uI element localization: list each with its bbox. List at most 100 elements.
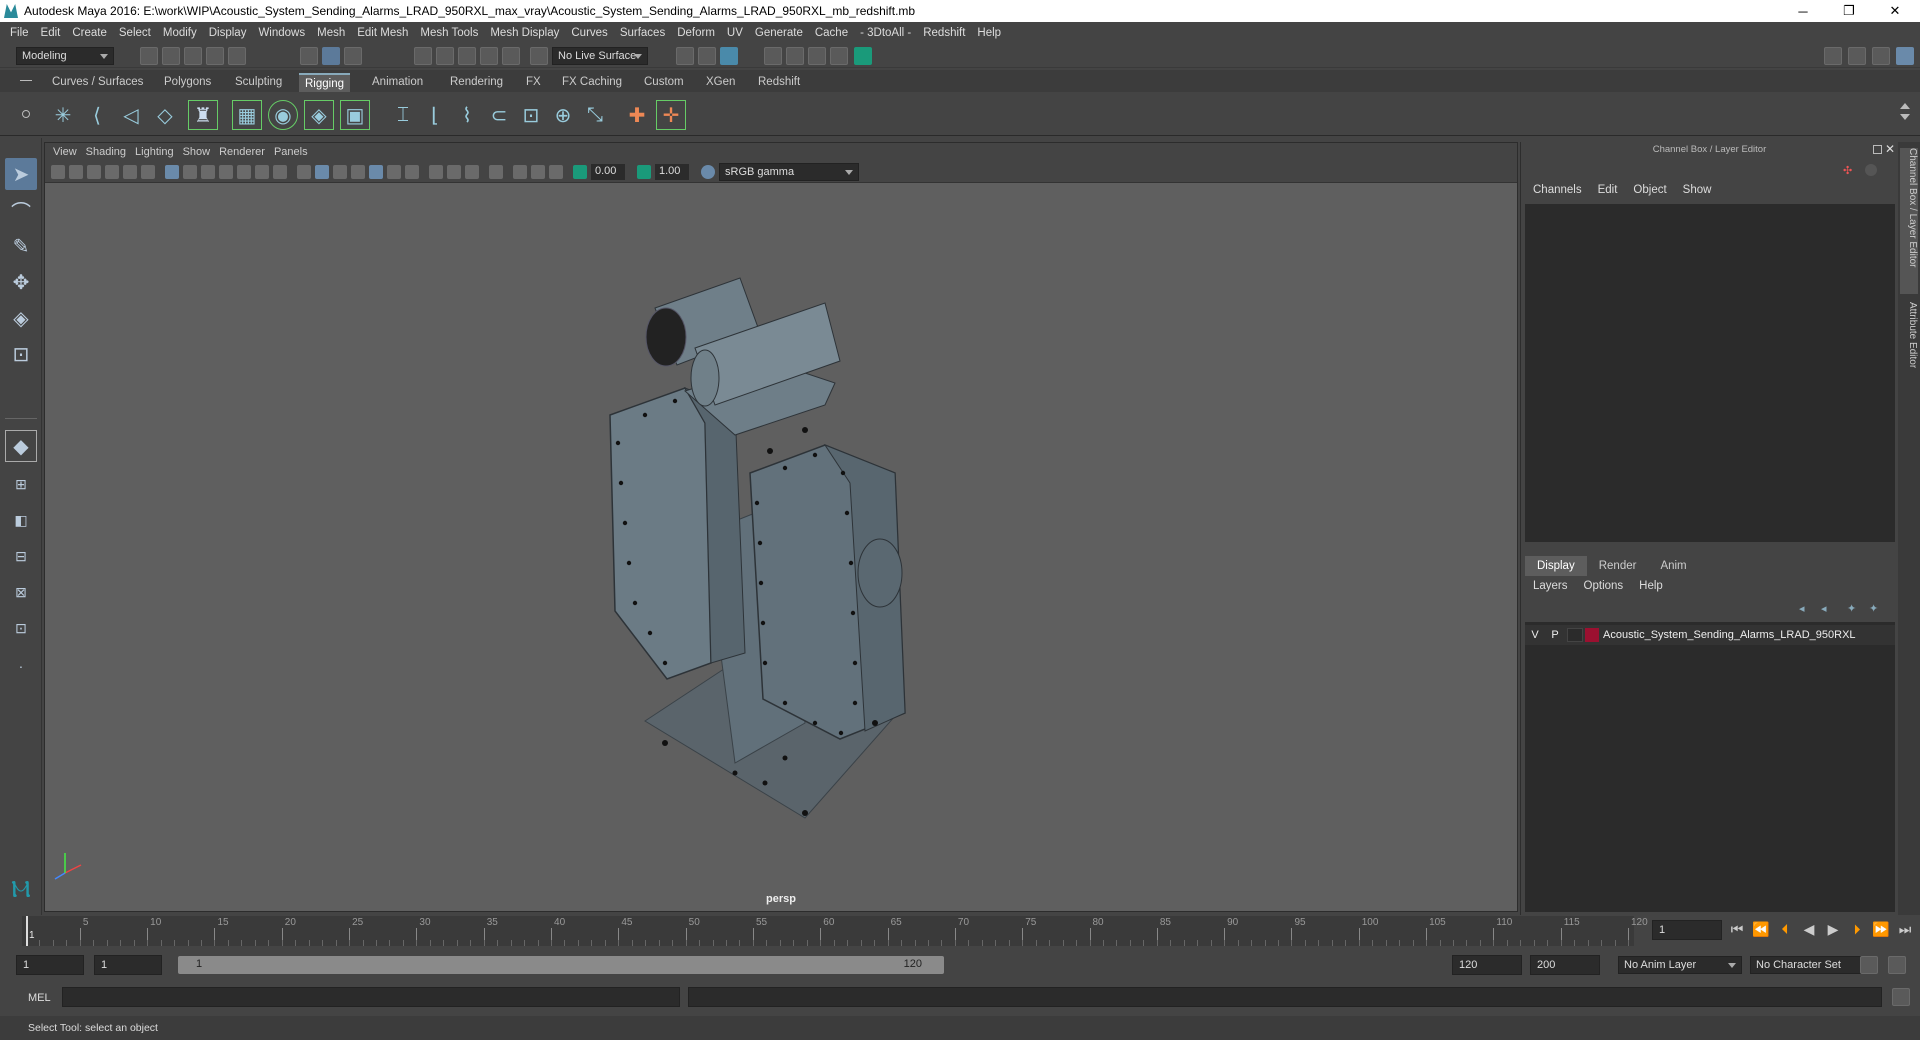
auto-key-icon[interactable]: [1860, 956, 1878, 974]
side-tab-attribute-editor[interactable]: Attribute Editor: [1900, 302, 1918, 422]
go-to-end-icon[interactable]: ⏭: [1896, 920, 1914, 938]
restore-button[interactable]: ❐: [1826, 0, 1872, 22]
side-tab-channel-box[interactable]: Channel Box / Layer Editor: [1900, 148, 1918, 294]
menu-help[interactable]: Help: [971, 27, 1007, 39]
view-transform-dropdown[interactable]: sRGB gamma: [719, 163, 859, 181]
menu-windows[interactable]: Windows: [252, 27, 311, 39]
rotate-tool-icon[interactable]: ◈: [5, 302, 37, 334]
layer-color-swatch[interactable]: [1585, 628, 1599, 642]
redo-icon[interactable]: [228, 47, 246, 65]
ipr-render-icon[interactable]: [720, 47, 738, 65]
insert-joint-icon[interactable]: ⟨: [82, 100, 112, 130]
snap-view-plane-icon[interactable]: [480, 47, 498, 65]
locator-icon[interactable]: ✚: [622, 100, 652, 130]
menu-modify[interactable]: Modify: [157, 27, 203, 39]
menu-deform[interactable]: Deform: [671, 27, 721, 39]
lasso-tool-icon[interactable]: ⌒: [5, 194, 37, 226]
scale-tool-icon[interactable]: ⊡: [5, 338, 37, 370]
shelf-scroll-up-icon[interactable]: [1900, 98, 1910, 109]
screen-space-ao-icon[interactable]: [429, 165, 443, 179]
layer-playback-toggle[interactable]: P: [1545, 629, 1565, 641]
step-forward-key-icon[interactable]: ⏩: [1872, 920, 1890, 938]
hypershade-layout-icon[interactable]: ⊠: [5, 576, 37, 608]
mirror-joint-icon[interactable]: ◁: [116, 100, 146, 130]
shelf-menu-icon[interactable]: [20, 80, 32, 81]
tab-animation[interactable]: Animation: [366, 73, 429, 92]
help-icon[interactable]: [1865, 164, 1877, 176]
cb-menu-show[interactable]: Show: [1675, 184, 1720, 196]
anti-aliasing-icon[interactable]: [465, 165, 479, 179]
time-slider[interactable]: 1 5 10 15 20 25 30 35 40 45 50 55 60 65 70 75 80 85 90 95 10…: [0, 916, 1920, 946]
snap-grid-icon[interactable]: [414, 47, 432, 65]
animation-start-field[interactable]: 1: [16, 955, 84, 975]
select-tool-icon[interactable]: ➤: [5, 158, 37, 190]
cluster-icon[interactable]: ⌶: [388, 100, 418, 130]
menu-surfaces[interactable]: Surfaces: [614, 27, 671, 39]
hik-icon[interactable]: ✛: [656, 100, 686, 130]
close-button[interactable]: ✕: [1872, 0, 1918, 22]
menu-3dtoall[interactable]: - 3DtoAll -: [854, 27, 917, 39]
save-scene-icon[interactable]: [184, 47, 202, 65]
color-management-icon[interactable]: [701, 165, 715, 179]
layer-name[interactable]: Acoustic_System_Sending_Alarms_LRAD_950R…: [1603, 629, 1856, 641]
float-panel-icon[interactable]: [1873, 145, 1882, 154]
step-back-key-icon[interactable]: ⏪: [1752, 920, 1770, 938]
animation-end-field[interactable]: 200: [1530, 955, 1600, 975]
tab-render[interactable]: Render: [1587, 556, 1649, 576]
motion-blur-icon[interactable]: [447, 165, 461, 179]
menu-uv[interactable]: UV: [721, 27, 749, 39]
exposure-icon[interactable]: [573, 165, 587, 179]
playback-end-field[interactable]: 120: [1452, 955, 1522, 975]
select-by-object-icon[interactable]: [322, 47, 340, 65]
shelf-scroll-down-icon[interactable]: [1900, 114, 1910, 125]
film-gate-icon[interactable]: [183, 165, 197, 179]
viewport-menu-renderer[interactable]: Renderer: [219, 146, 274, 158]
history-icon[interactable]: [530, 47, 548, 65]
render-region-icon[interactable]: [676, 47, 694, 65]
character-set-dropdown[interactable]: No Character Set: [1750, 956, 1874, 974]
anim-layer-dropdown[interactable]: No Anim Layer: [1618, 956, 1742, 974]
isolate-select-icon[interactable]: [489, 165, 503, 179]
bind-skin-icon[interactable]: ▦: [232, 100, 262, 130]
menu-select[interactable]: Select: [113, 27, 157, 39]
xray-joints-icon[interactable]: [513, 165, 527, 179]
bookmark-icon[interactable]: [87, 165, 101, 179]
make-live-icon[interactable]: [502, 47, 520, 65]
script-editor-icon[interactable]: [1892, 988, 1910, 1006]
move-tool-icon[interactable]: ✥: [5, 266, 37, 298]
backface-culling-icon[interactable]: [549, 165, 563, 179]
perspective-viewport[interactable]: View Shading Lighting Show Renderer Pane…: [44, 142, 1518, 912]
shadows-icon[interactable]: [405, 165, 419, 179]
textured-icon[interactable]: [369, 165, 383, 179]
layout-options-icon[interactable]: ·: [5, 650, 37, 682]
select-by-hierarchy-icon[interactable]: [300, 47, 318, 65]
modeling-toolkit-icon[interactable]: [1824, 47, 1842, 65]
new-layer-icon[interactable]: ✦: [1847, 602, 1861, 615]
shelf-options-icon[interactable]: [22, 110, 30, 118]
tab-fx-caching[interactable]: FX Caching: [556, 73, 628, 92]
viewport-menu-show[interactable]: Show: [183, 146, 220, 158]
open-scene-icon[interactable]: [162, 47, 180, 65]
safe-action-icon[interactable]: [255, 165, 269, 179]
close-panel-icon[interactable]: ✕: [1885, 142, 1897, 156]
image-plane-icon[interactable]: [105, 165, 119, 179]
tab-sculpting[interactable]: Sculpting: [229, 73, 288, 92]
play-forward-icon[interactable]: ▶: [1824, 920, 1842, 938]
lrad-model[interactable]: [45, 183, 1517, 893]
command-language-label[interactable]: MEL: [28, 992, 51, 1004]
scale-constraint-icon[interactable]: ⊡: [516, 100, 546, 130]
create-joint-icon[interactable]: ✳: [48, 100, 78, 130]
menu-generate[interactable]: Generate: [749, 27, 809, 39]
undo-icon[interactable]: [206, 47, 224, 65]
tool-settings-toggle-icon[interactable]: [1872, 47, 1890, 65]
le-menu-options[interactable]: Options: [1584, 580, 1640, 592]
attribute-editor-toggle-icon[interactable]: [1848, 47, 1866, 65]
live-surface-field[interactable]: No Live Surface: [552, 47, 648, 65]
tab-redshift[interactable]: Redshift: [752, 73, 806, 92]
render-frame-icon[interactable]: [698, 47, 716, 65]
menu-edit[interactable]: Edit: [35, 27, 67, 39]
viewport-menu-panels[interactable]: Panels: [274, 146, 317, 158]
menu-mesh[interactable]: Mesh: [311, 27, 351, 39]
range-slider[interactable]: 1 120: [178, 956, 944, 974]
point-constraint-icon[interactable]: ⌇: [452, 100, 482, 130]
